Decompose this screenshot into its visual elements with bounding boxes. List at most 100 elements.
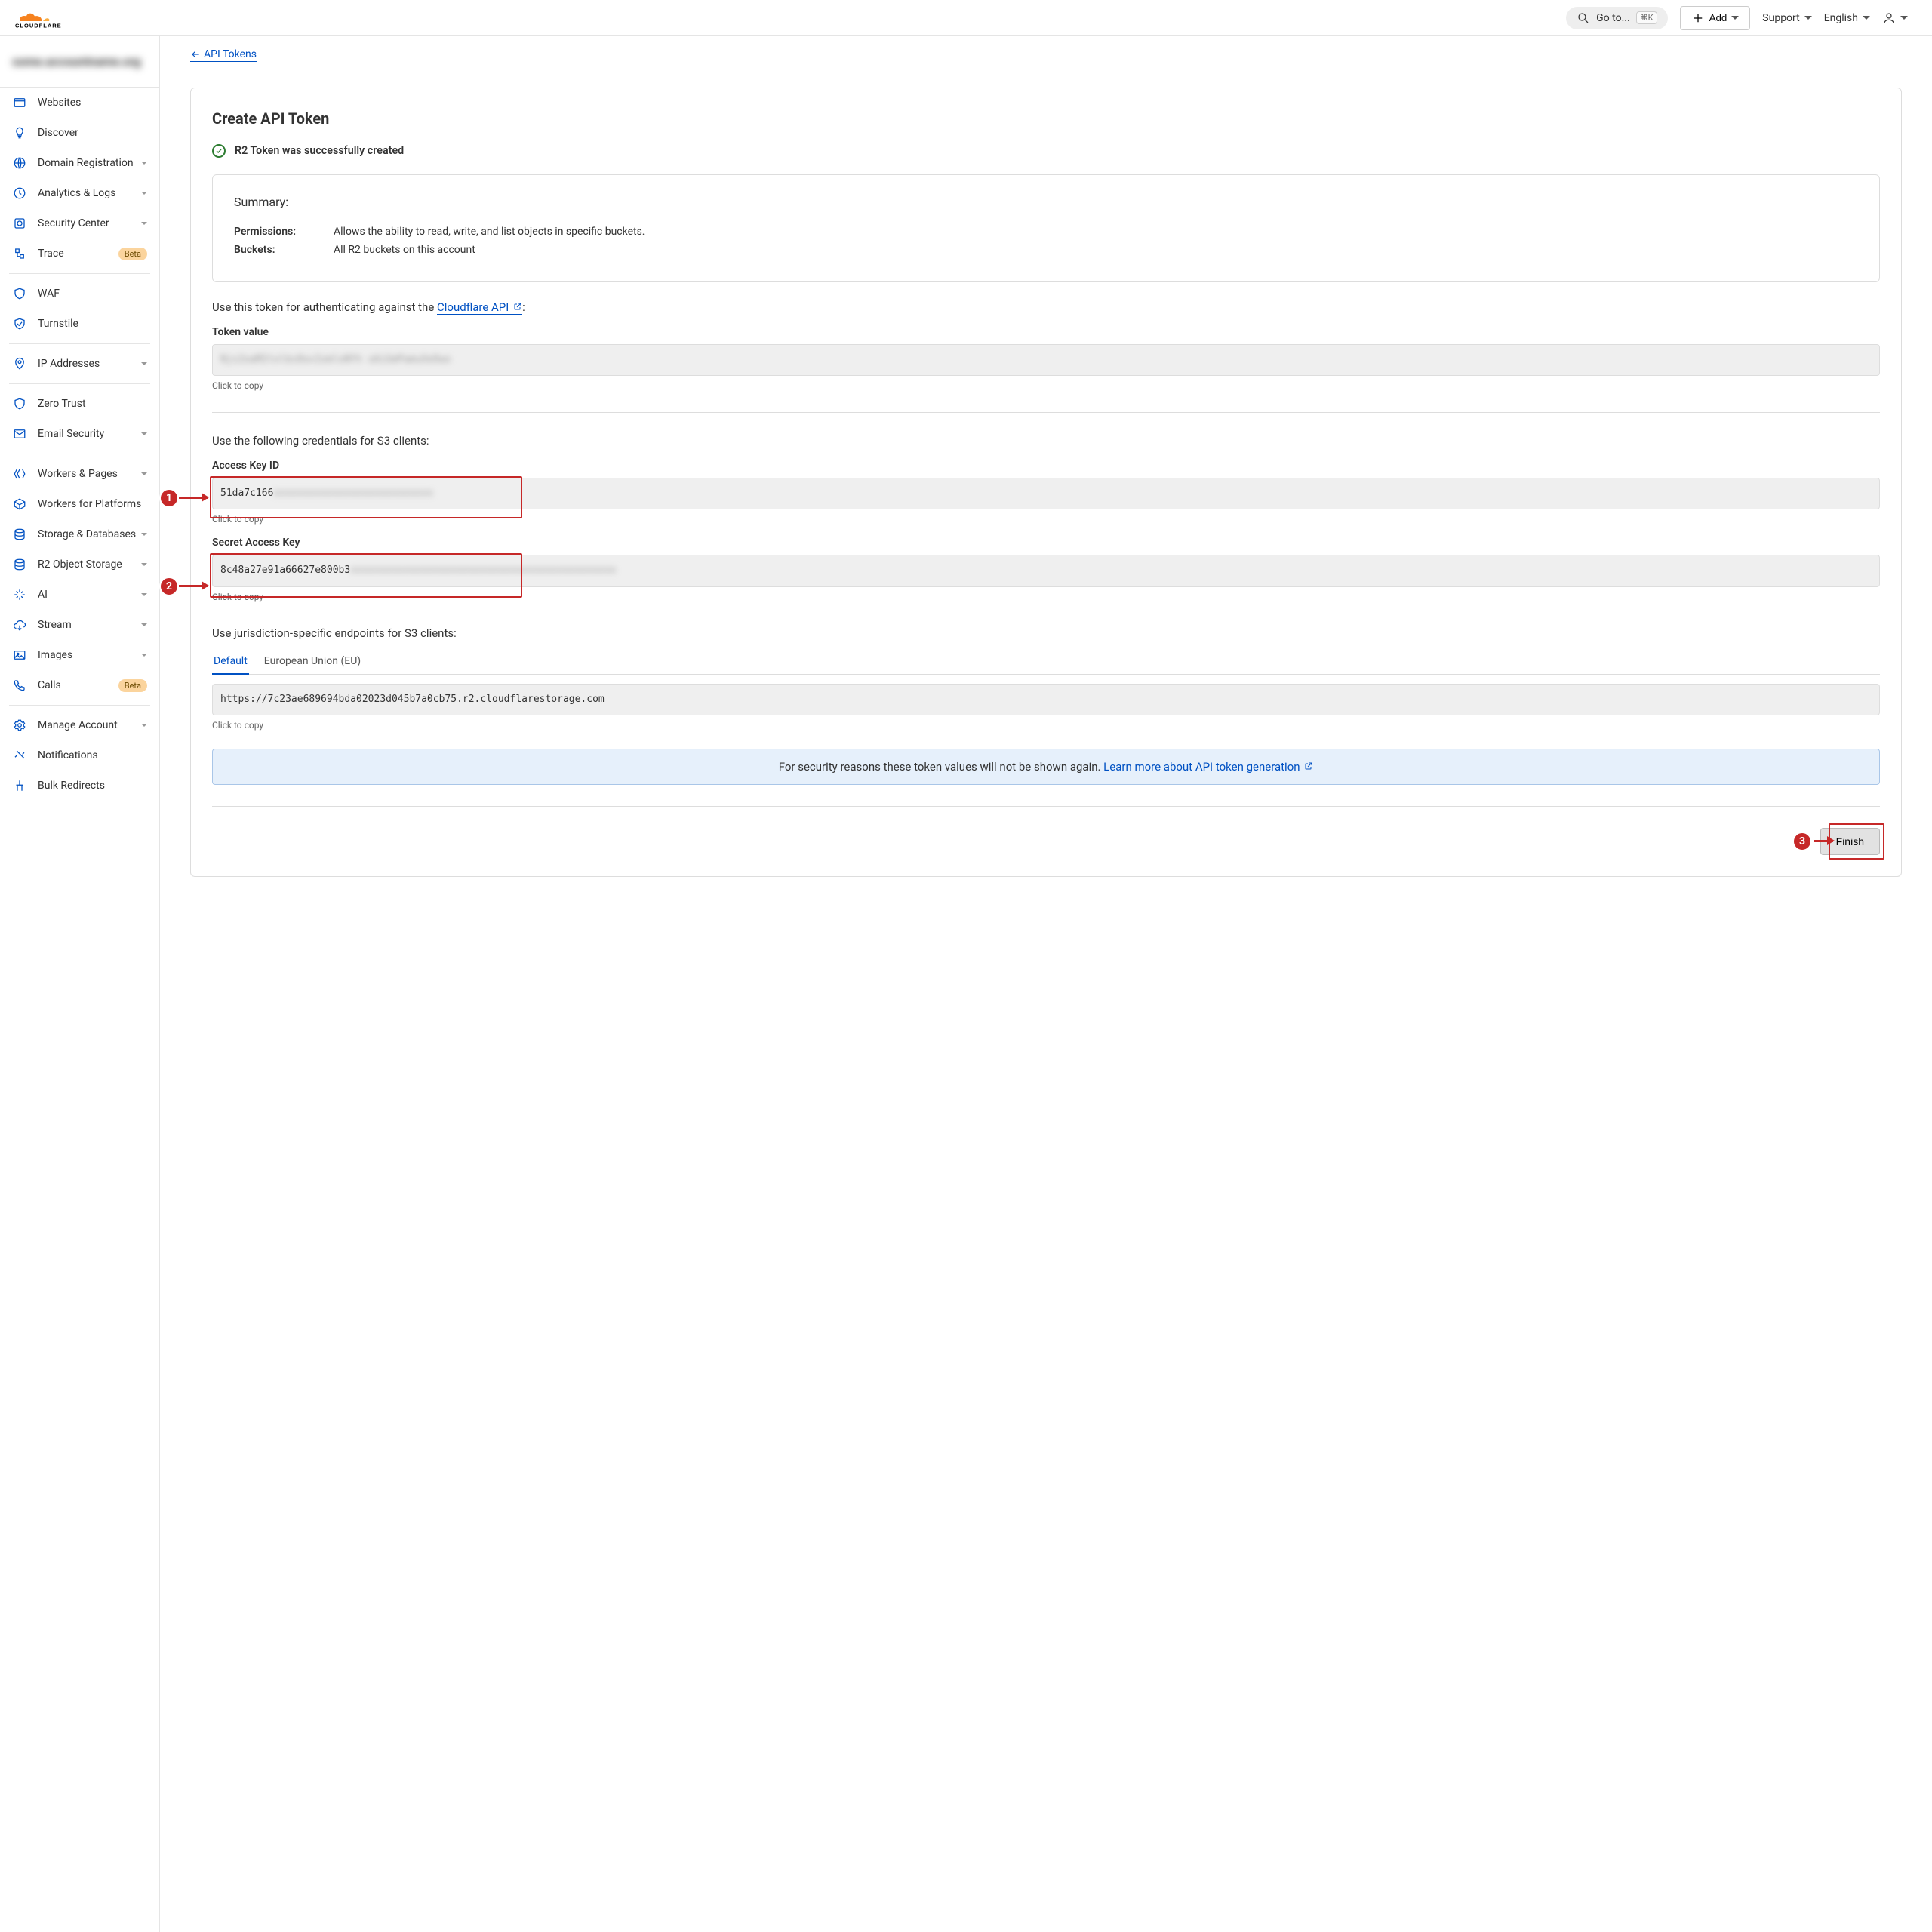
sidebar-item-analytics-logs[interactable]: Analytics & Logs: [0, 178, 159, 208]
summary-box: Summary: Permissions: Allows the ability…: [212, 174, 1880, 282]
search-placeholder: Go to...: [1596, 12, 1630, 24]
secret-key-label: Secret Access Key: [212, 537, 1880, 549]
workers-icon: [12, 466, 27, 481]
sidebar-item-websites[interactable]: Websites: [0, 88, 159, 118]
account-name[interactable]: some.accountname.org: [0, 36, 159, 87]
bell-icon: [12, 748, 27, 763]
chevron-down-icon: [141, 432, 147, 435]
annotation-marker-2: 2: [159, 577, 179, 596]
sidebar-item-zero-trust[interactable]: Zero Trust: [0, 389, 159, 419]
svg-text:CLOUDFLARE: CLOUDFLARE: [15, 22, 62, 29]
token-value-box[interactable]: Njx2oaM2tolbs8oxIomloNYh oAiGmPamuXeOwo: [212, 344, 1880, 376]
sidebar-item-trace[interactable]: Trace Beta: [0, 238, 159, 269]
sidebar-item-bulk-redirects[interactable]: Bulk Redirects: [0, 771, 159, 801]
external-link-icon: [513, 302, 522, 311]
sidebar-item-security-center[interactable]: Security Center: [0, 208, 159, 238]
sidebar-item-label: Images: [38, 649, 141, 661]
sidebar-item-label: Workers & Pages: [38, 468, 141, 480]
language-menu[interactable]: English: [1824, 12, 1870, 24]
breadcrumb-label: API Tokens: [204, 48, 257, 60]
turnstile-icon: [12, 316, 27, 331]
sidebar-item-label: Stream: [38, 619, 141, 631]
chevron-down-icon: [141, 654, 147, 657]
tab-eu[interactable]: European Union (EU): [263, 649, 362, 674]
pin-icon: [12, 356, 27, 371]
sidebar-item-domain-registration[interactable]: Domain Registration: [0, 148, 159, 178]
sidebar-item-turnstile[interactable]: Turnstile: [0, 309, 159, 339]
globe-icon: [12, 155, 27, 171]
arrow-left-icon: [190, 49, 201, 60]
sparkle-icon: [12, 587, 27, 602]
access-key-label: Access Key ID: [212, 460, 1880, 472]
shield-icon: [12, 286, 27, 301]
sidebar-item-waf[interactable]: WAF: [0, 278, 159, 309]
annotation-marker-3: 3: [1792, 832, 1812, 851]
bulb-icon: [12, 125, 27, 140]
copy-hint-access-key[interactable]: Click to copy: [212, 514, 1880, 525]
summary-heading: Summary:: [234, 195, 1858, 209]
token-value-label: Token value: [212, 326, 1880, 338]
buckets-value: All R2 buckets on this account: [334, 244, 475, 256]
sidebar-item-label: Security Center: [38, 217, 141, 229]
sidebar-item-manage-account[interactable]: Manage Account: [0, 710, 159, 740]
s3-text: Use the following credentials for S3 cli…: [212, 434, 1880, 448]
gear-icon: [12, 718, 27, 733]
support-label: Support: [1762, 12, 1799, 24]
annotation-marker-1: 1: [159, 488, 179, 508]
shield-icon: [12, 396, 27, 411]
sidebar-item-email-security[interactable]: Email Security: [0, 419, 159, 449]
sidebar-item-calls[interactable]: Calls Beta: [0, 670, 159, 700]
sidebar-item-notifications[interactable]: Notifications: [0, 740, 159, 771]
tab-default[interactable]: Default: [212, 649, 249, 675]
sidebar-item-label: Trace: [38, 248, 112, 260]
chevron-down-icon: [141, 593, 147, 596]
learn-more-link[interactable]: Learn more about API token generation: [1103, 760, 1313, 774]
annotation-arrow-2: [179, 585, 208, 587]
sidebar-item-ip-addresses[interactable]: IP Addresses: [0, 349, 159, 379]
image-icon: [12, 648, 27, 663]
sidebar-item-label: Zero Trust: [38, 398, 147, 410]
permissions-value: Allows the ability to read, write, and l…: [334, 226, 645, 238]
copy-hint-token[interactable]: Click to copy: [212, 380, 1880, 391]
endpoint-box[interactable]: https://7c23ae689694bda02023d045b7a0cb75…: [212, 684, 1880, 715]
buckets-label: Buckets:: [234, 244, 334, 256]
sidebar-item-label: Discover: [38, 127, 147, 139]
cloud-icon: [12, 617, 27, 632]
sidebar-item-storage-databases[interactable]: Storage & Databases: [0, 519, 159, 549]
endpoint-tabs: Default European Union (EU): [212, 649, 1880, 675]
sidebar-item-label: Storage & Databases: [38, 528, 141, 540]
success-message: R2 Token was successfully created: [212, 144, 1880, 158]
annotation-arrow-3: [1814, 840, 1833, 842]
user-icon: [1882, 11, 1896, 25]
trace-icon: [12, 246, 27, 261]
support-menu[interactable]: Support: [1762, 12, 1811, 24]
secret-key-box[interactable]: 8c48a27e91a66627e800b3xxxxxxxxxxxxxxxxxx…: [212, 555, 1880, 586]
sidebar-item-ai[interactable]: AI: [0, 580, 159, 610]
user-menu[interactable]: [1882, 11, 1908, 25]
sidebar-item-label: Notifications: [38, 749, 147, 761]
copy-hint-secret-key[interactable]: Click to copy: [212, 592, 1880, 602]
sidebar-item-workers-platforms[interactable]: Workers for Platforms: [0, 489, 159, 519]
breadcrumb-api-tokens[interactable]: API Tokens: [190, 48, 257, 62]
success-text: R2 Token was successfully created: [235, 145, 404, 157]
shield-box-icon: [12, 216, 27, 231]
sidebar-item-discover[interactable]: Discover: [0, 118, 159, 148]
sidebar-item-workers-pages[interactable]: Workers & Pages: [0, 459, 159, 489]
sidebar-item-images[interactable]: Images: [0, 640, 159, 670]
access-key-box[interactable]: 51da7c166xxxxxxxxxxxxxxxxxxxxxxxxxxx: [212, 478, 1880, 509]
sidebar-item-label: Email Security: [38, 428, 141, 440]
mail-icon: [12, 426, 27, 441]
copy-hint-endpoint[interactable]: Click to copy: [212, 720, 1880, 731]
clock-icon: [12, 186, 27, 201]
window-icon: [12, 95, 27, 110]
top-header: CLOUDFLARE Go to... ⌘K Add Support Engli…: [0, 0, 1932, 36]
cloudflare-api-link[interactable]: Cloudflare API: [437, 300, 522, 315]
sidebar-item-stream[interactable]: Stream: [0, 610, 159, 640]
sidebar-item-r2-object-storage[interactable]: R2 Object Storage: [0, 549, 159, 580]
brand-logo[interactable]: CLOUDFLARE: [12, 5, 80, 32]
auth-text: Use this token for authenticating agains…: [212, 300, 1880, 314]
add-button[interactable]: Add: [1680, 6, 1751, 30]
sidebar-item-label: Turnstile: [38, 318, 147, 330]
phone-icon: [12, 678, 27, 693]
global-search[interactable]: Go to... ⌘K: [1566, 7, 1667, 29]
